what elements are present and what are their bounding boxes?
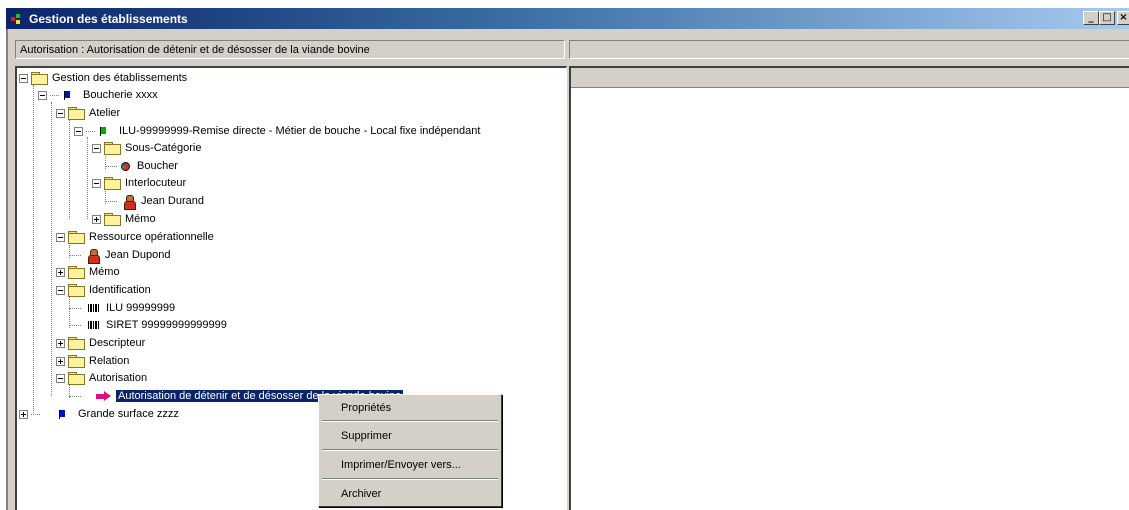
menu-separator (322, 478, 498, 480)
context-menu: Propriétés Supprimer Imprimer/Envoyer ve… (318, 394, 502, 507)
expand-toggle-icon[interactable] (92, 214, 101, 224)
expand-toggle-icon[interactable] (56, 338, 65, 348)
folder-icon (68, 284, 85, 297)
tree-node-ilu[interactable]: ILU 99999999 (69, 300, 175, 316)
close-button[interactable]: × (1117, 11, 1129, 25)
tree-node-ressource[interactable]: Ressource opérationnelle (56, 229, 214, 245)
maximize-button[interactable]: □ (1099, 11, 1115, 25)
menu-item-supprimer[interactable]: Supprimer (322, 427, 498, 445)
folder-icon (68, 372, 85, 385)
expand-toggle-icon[interactable] (56, 267, 65, 277)
window-title: Gestion des établissements (29, 11, 188, 26)
tree-node-sous-categorie[interactable]: Sous-Catégorie (92, 140, 201, 156)
collapse-toggle-icon[interactable] (56, 373, 65, 383)
menu-item-imprimer[interactable]: Imprimer/Envoyer vers... (322, 456, 498, 474)
minimize-button[interactable]: _ (1083, 11, 1099, 25)
expand-toggle-icon[interactable] (19, 409, 28, 419)
details-header (569, 40, 1129, 59)
folder-icon (68, 107, 85, 120)
collapse-toggle-icon[interactable] (74, 126, 83, 136)
folder-icon (31, 72, 48, 85)
barcode-icon (88, 321, 100, 329)
tree-node-jean-dupond[interactable]: Jean Dupond (69, 247, 170, 264)
collapse-toggle-icon[interactable] (19, 73, 28, 83)
tree-node-interlocuteur[interactable]: Interlocuteur (92, 175, 186, 191)
collapse-toggle-icon[interactable] (38, 90, 47, 100)
menu-item-proprietes[interactable]: Propriétés (322, 399, 498, 417)
folder-icon (104, 213, 121, 226)
person-icon (87, 248, 100, 264)
collapse-toggle-icon[interactable] (56, 285, 65, 295)
flag-icon (57, 409, 67, 419)
window-controls: _ □ × (1083, 11, 1129, 25)
folder-icon (68, 231, 85, 244)
pie-icon (121, 161, 130, 171)
details-column-header (571, 68, 1129, 88)
app-icon[interactable] (11, 13, 25, 25)
folder-icon (104, 177, 121, 190)
tree-node-descripteur[interactable]: Descripteur (56, 335, 145, 351)
tree-node-jean-durand[interactable]: Jean Durand (105, 193, 204, 210)
tree-node-relation[interactable]: Relation (56, 353, 129, 369)
flag-icon (98, 126, 108, 136)
tree-node-boucher[interactable]: Boucher (105, 158, 178, 174)
collapse-toggle-icon[interactable] (56, 232, 65, 242)
flag-icon (62, 90, 72, 100)
menu-separator (322, 420, 498, 422)
tree-node-memo-inner[interactable]: Mémo (92, 211, 156, 227)
title-bar[interactable]: Gestion des établissements _ □ × (6, 8, 1129, 29)
collapse-toggle-icon[interactable] (92, 143, 101, 153)
tree-node-ilu-entry[interactable]: ILU-99999999-Remise directe - Métier de … (74, 123, 480, 139)
barcode-icon (88, 304, 100, 312)
menu-item-archiver[interactable]: Archiver (322, 485, 498, 503)
expand-toggle-icon[interactable] (56, 356, 65, 366)
tree-node-siret[interactable]: SIRET 99999999999999 (69, 317, 227, 333)
tree-node-boucherie[interactable]: Boucherie xxxx (38, 87, 158, 103)
details-panel[interactable] (569, 66, 1129, 510)
folder-icon (68, 337, 85, 350)
tree-node-memo[interactable]: Mémo (56, 264, 120, 280)
tree-node-identification[interactable]: Identification (56, 282, 151, 298)
menu-separator (322, 449, 498, 451)
collapse-toggle-icon[interactable] (56, 108, 65, 118)
tree-node-grande-surface[interactable]: Grande surface zzzz (19, 406, 179, 422)
collapse-toggle-icon[interactable] (92, 178, 101, 188)
arrow-icon (94, 391, 112, 401)
folder-icon (68, 266, 85, 279)
folder-icon (104, 142, 121, 155)
person-icon (123, 194, 136, 210)
selection-header: Autorisation : Autorisation de détenir e… (15, 40, 565, 59)
tree-node-root[interactable]: Gestion des établissements (19, 70, 187, 86)
tree-node-atelier[interactable]: Atelier (56, 105, 120, 121)
tree-node-autorisation[interactable]: Autorisation (56, 370, 147, 386)
folder-icon (68, 355, 85, 368)
